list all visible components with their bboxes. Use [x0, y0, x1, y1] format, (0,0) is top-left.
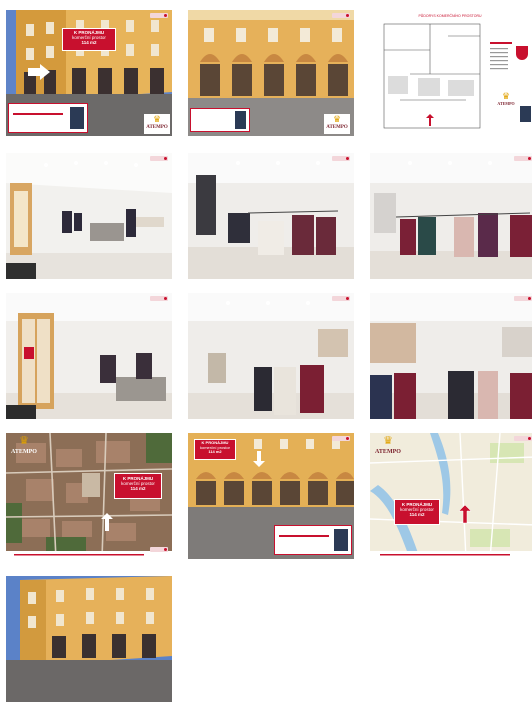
- gallery-thumb-facade-3[interactable]: [6, 576, 172, 702]
- brand-mini-tag: [514, 156, 532, 161]
- crown-icon: ♛: [501, 91, 511, 101]
- interior-photo: [6, 153, 172, 279]
- rent-banner: K PRONÁJMU komerční prostor 114 m2: [194, 439, 236, 460]
- interior-photo: [370, 293, 532, 419]
- rent-banner: K PRONÁJMU komerční prostor 114 m2: [114, 473, 162, 499]
- rent-banner: K PRONÁJMU komerční prostor 114 m2: [394, 499, 440, 525]
- interior-photo: [188, 153, 354, 279]
- gallery-thumb-interior-5[interactable]: [188, 293, 354, 419]
- agent-card: [190, 108, 250, 132]
- brand-mini-tag: [150, 13, 168, 18]
- brand-mini-tag: [150, 296, 168, 301]
- brand-mini-tag: [332, 13, 350, 18]
- interior-photo: [370, 153, 532, 279]
- gallery-thumb-facade-banner[interactable]: K PRONÁJMU komerční prostor 114 m2: [188, 433, 354, 559]
- crown-icon: ♛: [152, 114, 162, 124]
- brand-mini-tag: [332, 296, 350, 301]
- agent-photo: [235, 111, 246, 129]
- brand-name: ATEMPO: [375, 449, 401, 455]
- floorplan-drawing: [370, 10, 532, 136]
- city-emblem-icon: [516, 46, 528, 60]
- gallery-thumb-interior-6[interactable]: [370, 293, 532, 419]
- gallery-thumb-interior-2[interactable]: [188, 153, 354, 279]
- brand-mini-tag: [150, 547, 168, 552]
- gallery-thumb-facade-1[interactable]: K PRONÁJMU komerční prostor 114 m2 ♛ ATE…: [6, 10, 172, 136]
- brand-name: ATEMPO: [497, 101, 515, 106]
- brand-mini-tag: [514, 436, 532, 441]
- brand-name: ATEMPO: [11, 449, 37, 455]
- gallery-thumb-floorplan[interactable]: PŮDORYS KOMERČNÍHO PROSTORU ♛ ATEMPO: [370, 10, 532, 136]
- brand-mini-tag: [332, 436, 350, 441]
- agent-text-lines: [279, 535, 329, 537]
- rent-banner: K PRONÁJMU komerční prostor 114 m2: [62, 28, 116, 51]
- banner-line-3: 114 m2: [409, 512, 425, 518]
- banner-line-3: 114 m2: [81, 40, 97, 46]
- interior-photo: [188, 293, 354, 419]
- crown-icon: ♛: [332, 114, 342, 124]
- atempo-logo: ♛ ATEMPO: [324, 114, 350, 134]
- agent-photo: [520, 106, 531, 122]
- brand-name: ATEMPO: [326, 125, 348, 130]
- brand-mini-tag: [332, 156, 350, 161]
- gallery-thumb-facade-2[interactable]: ♛ ATEMPO: [188, 10, 354, 136]
- atempo-logo: ♛ ATEMPO: [144, 114, 170, 134]
- gallery-thumb-street-map[interactable]: ♛ ATEMPO K PRONÁJMU komerční prostor 114…: [370, 433, 532, 559]
- agent-card: [274, 525, 352, 555]
- agent-photo: [70, 107, 84, 129]
- crown-icon: ♛: [19, 435, 29, 447]
- atempo-logo: ♛ ATEMPO: [374, 435, 402, 459]
- agent-photo: [334, 529, 348, 551]
- banner-line-3: 114 m2: [208, 449, 222, 455]
- atempo-logo: ♛ ATEMPO: [10, 435, 38, 459]
- brand-mini-tag: [514, 296, 532, 301]
- plan-title: PŮDORYS KOMERČNÍHO PROSTORU: [418, 14, 482, 18]
- facade-photo: [6, 576, 172, 702]
- crown-icon: ♛: [383, 435, 393, 447]
- interior-photo: [6, 293, 172, 419]
- banner-line-3: 114 m2: [130, 486, 146, 492]
- brand-name: ATEMPO: [146, 125, 168, 130]
- photo-gallery-grid: K PRONÁJMU komerční prostor 114 m2 ♛ ATE…: [0, 0, 532, 702]
- brand-mini-tag: [150, 156, 168, 161]
- agent-card: [8, 103, 88, 133]
- atempo-logo: ♛ ATEMPO: [496, 92, 516, 108]
- gallery-thumb-interior-4[interactable]: [6, 293, 172, 419]
- gallery-thumb-interior-1[interactable]: [6, 153, 172, 279]
- gallery-thumb-aerial-map[interactable]: ♛ ATEMPO K PRONÁJMU komerční prostor 114…: [6, 433, 172, 559]
- gallery-thumb-interior-3[interactable]: [370, 153, 532, 279]
- agent-text-lines: [13, 113, 63, 115]
